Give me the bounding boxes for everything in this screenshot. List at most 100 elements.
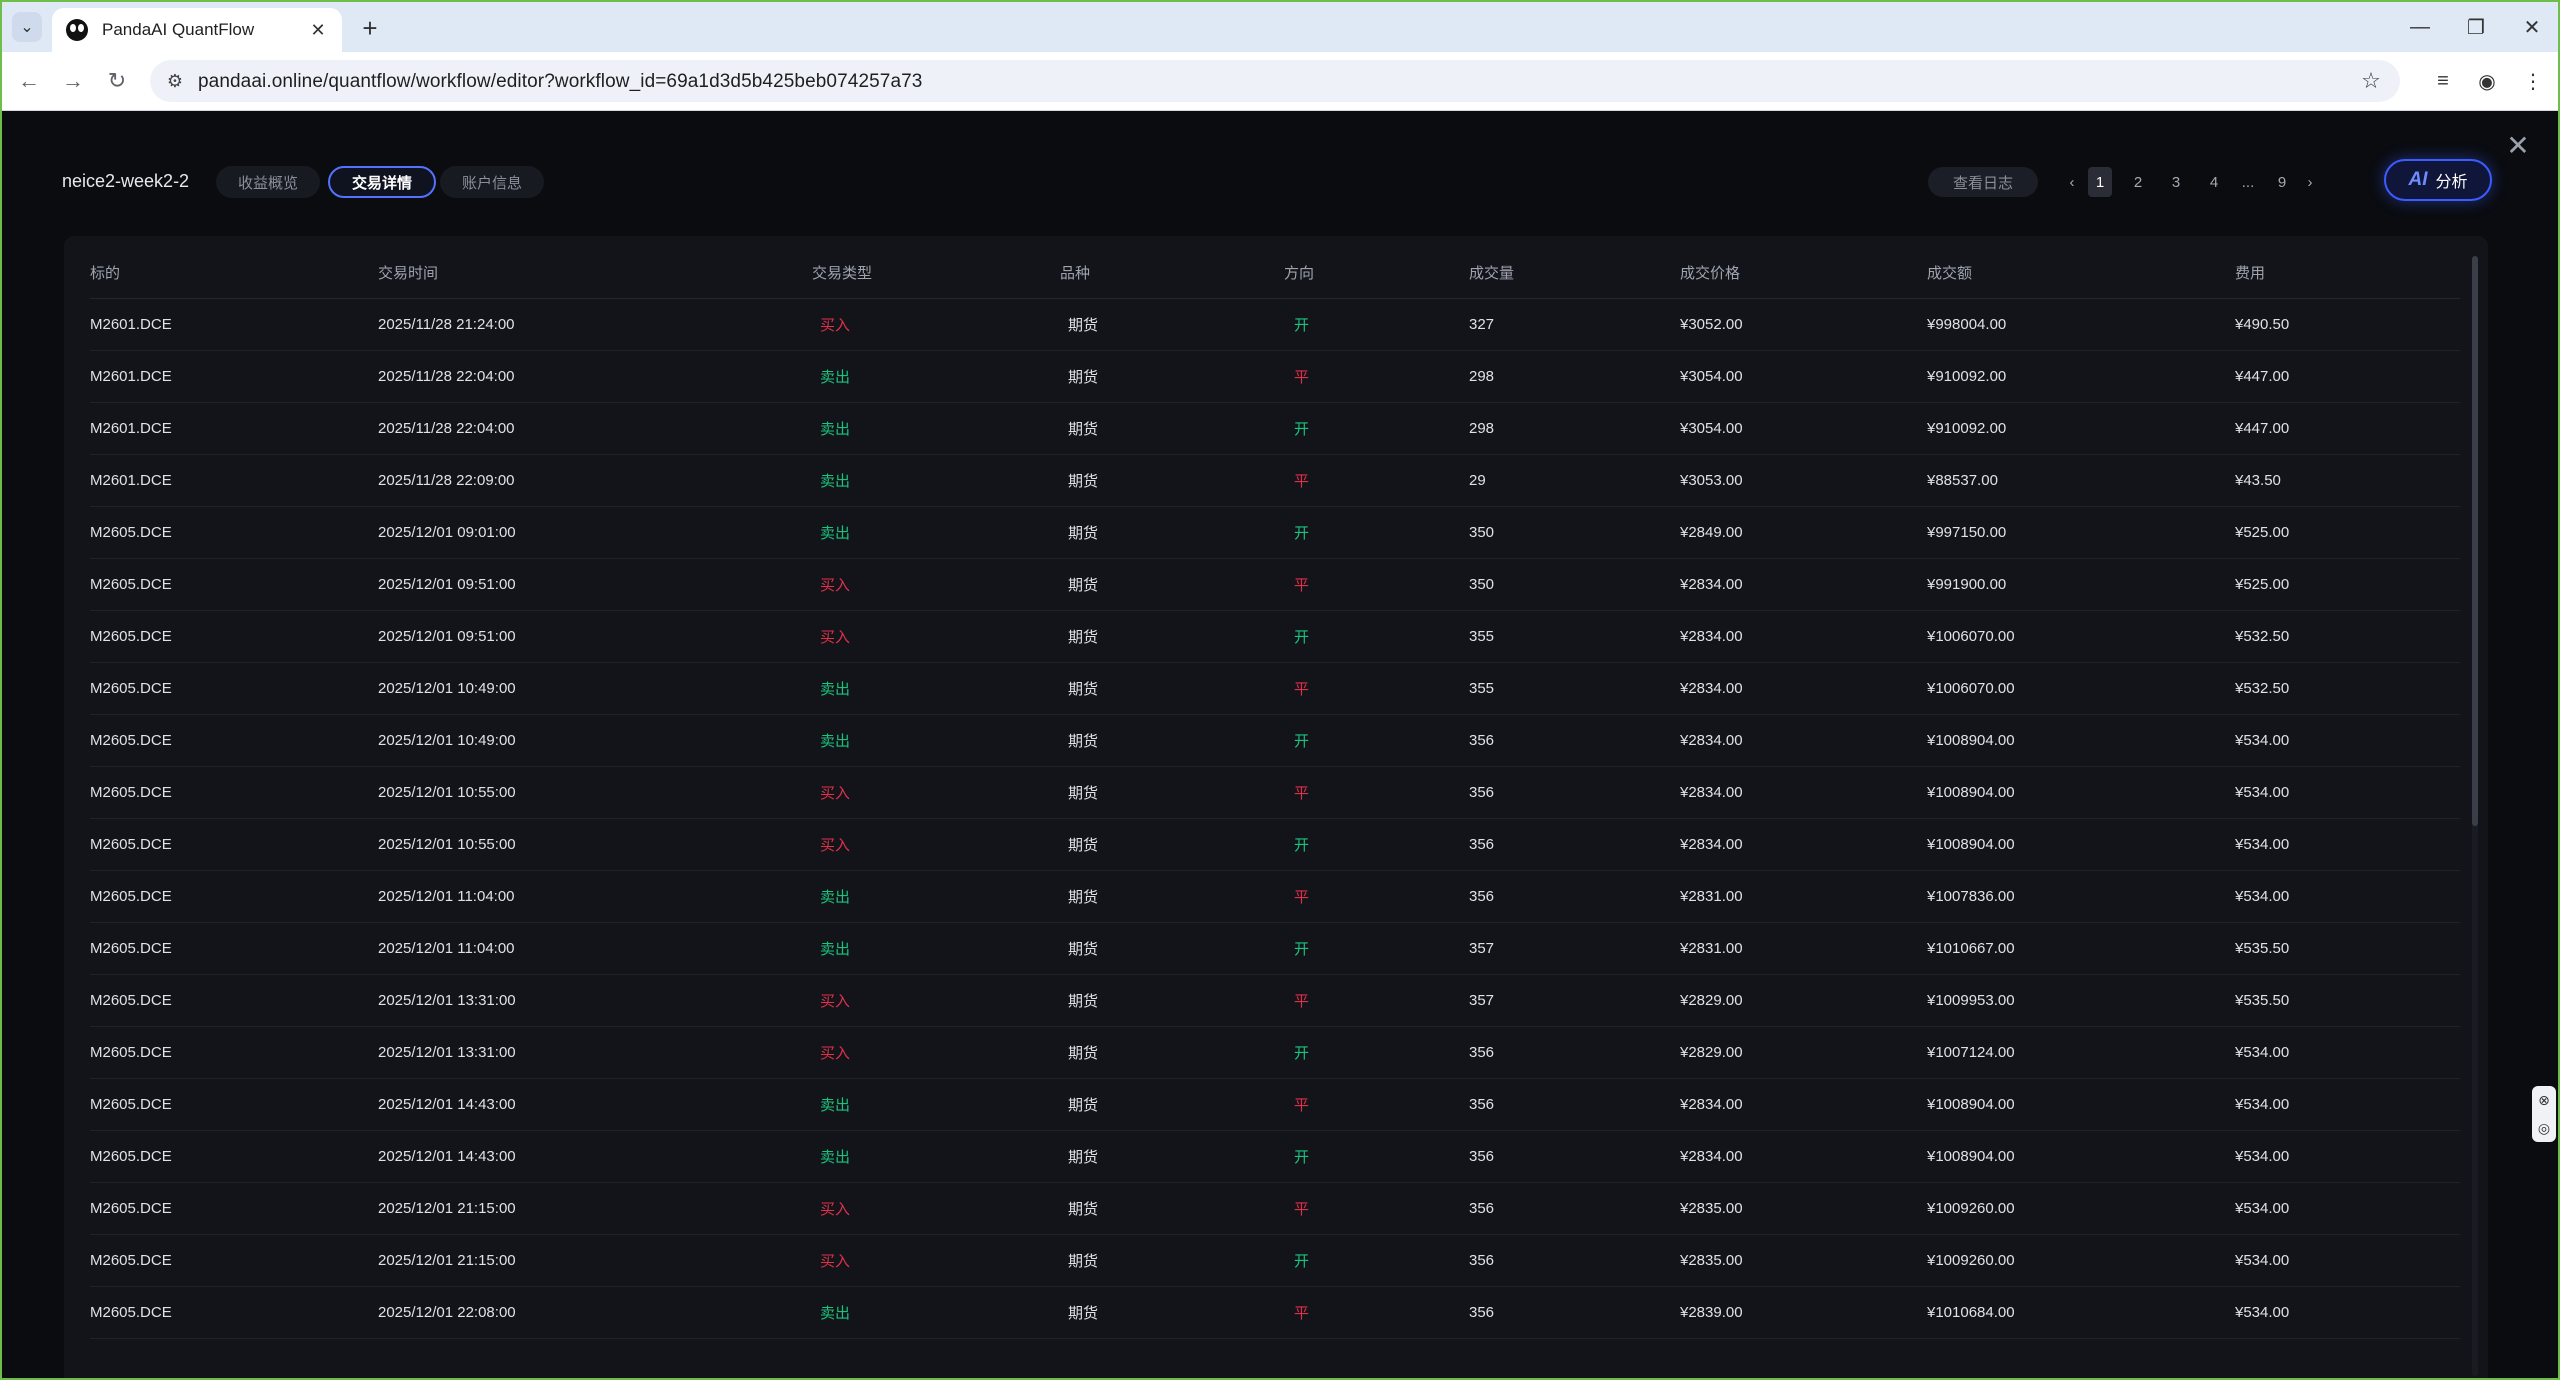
prev-page-button[interactable]: ‹ [2062, 167, 2082, 197]
cell-variety: 期货 [1060, 818, 1284, 871]
cell-symbol: M2605.DCE [90, 662, 378, 715]
modal-close-icon[interactable]: ✕ [2502, 129, 2534, 161]
cell-amount: ¥1010684.00 [1927, 1286, 2235, 1339]
cell-amount: ¥1008904.00 [1927, 1130, 2235, 1183]
cell-trade-type: 买入 [812, 558, 1060, 611]
cell-trade-type: 买入 [812, 1026, 1060, 1079]
bookmark-star-icon[interactable]: ☆ [2356, 66, 2386, 96]
scrollbar-thumb[interactable] [2472, 256, 2478, 826]
cell-trade-type: 买入 [812, 1234, 1060, 1287]
cell-fee: ¥532.50 [2235, 662, 2460, 715]
table-row[interactable]: M2605.DCE 2025/12/01 11:04:00 卖出 期货开 357 ¥283… [90, 922, 2460, 975]
cell-variety: 期货 [1060, 870, 1284, 923]
tab-search-button[interactable]: ⌄ [12, 12, 42, 42]
page-4-button[interactable]: 4 [2202, 167, 2226, 197]
table-row[interactable]: M2605.DCE 2025/12/01 13:31:00 买入 期货开 356 ¥282… [90, 1026, 2460, 1079]
cell-trade-time: 2025/12/01 10:55:00 [378, 818, 812, 871]
table-row[interactable]: M2601.DCE 2025/11/28 22:04:00 卖出 期货平 298 ¥305… [90, 350, 2460, 403]
cell-symbol: M2605.DCE [90, 1026, 378, 1079]
table-row[interactable]: M2605.DCE 2025/12/01 09:51:00 买入 期货平 350 ¥283… [90, 558, 2460, 611]
cell-trade-type: 卖出 [812, 1078, 1060, 1131]
forward-icon[interactable]: → [58, 66, 88, 96]
page-1-button[interactable]: 1 [2088, 167, 2112, 197]
cell-variety: 期货 [1060, 974, 1284, 1027]
table-row[interactable]: M2605.DCE 2025/12/01 09:01:00 卖出 期货开 350 ¥284… [90, 506, 2460, 559]
back-icon[interactable]: ← [14, 66, 44, 96]
table-row[interactable]: M2605.DCE 2025/12/01 10:55:00 买入 期货平 356 ¥283… [90, 766, 2460, 819]
cell-direction: 平 [1284, 974, 1469, 1027]
assistant-icon[interactable]: ◎ [2538, 1120, 2550, 1137]
table-row[interactable]: M2605.DCE 2025/12/01 13:31:00 买入 期货平 357 ¥282… [90, 974, 2460, 1027]
tab-close-icon[interactable]: ✕ [306, 18, 330, 42]
profile-icon[interactable]: ◉ [2472, 66, 2502, 96]
cell-fee: ¥534.00 [2235, 1286, 2460, 1339]
table-row[interactable]: M2605.DCE 2025/12/01 10:49:00 卖出 期货平 355 ¥283… [90, 662, 2460, 715]
ai-analyze-button[interactable]: AI 分析 [2384, 159, 2492, 201]
minimize-icon[interactable]: — [2392, 2, 2448, 52]
table-row[interactable]: M2605.DCE 2025/12/01 11:04:00 卖出 期货平 356 ¥283… [90, 870, 2460, 923]
panda-favicon-icon [66, 19, 88, 41]
cell-volume: 355 [1469, 610, 1680, 663]
table-row[interactable]: M2605.DCE 2025/12/01 10:49:00 卖出 期货开 356 ¥283… [90, 714, 2460, 767]
trade-table: 标的 交易时间 交易类型 品种 方向 成交量 成交价格 成交额 费用 M2601.DCE 2025… [90, 246, 2460, 1339]
media-control-icon[interactable]: ≡ [2428, 66, 2458, 96]
address-bar[interactable]: ⚙ pandaai.online/quantflow/workflow/edit… [150, 60, 2400, 102]
table-row[interactable]: M2605.DCE 2025/12/01 10:55:00 买入 期货开 356 ¥283… [90, 818, 2460, 871]
cell-trade-time: 2025/12/01 10:49:00 [378, 714, 812, 767]
cell-fee: ¥534.00 [2235, 1130, 2460, 1183]
cell-symbol: M2605.DCE [90, 558, 378, 611]
cell-amount: ¥1007124.00 [1927, 1026, 2235, 1079]
next-page-button[interactable]: › [2300, 167, 2320, 197]
view-log-button[interactable]: 查看日志 [1928, 167, 2038, 197]
cell-variety: 期货 [1060, 766, 1284, 819]
cell-fee: ¥534.00 [2235, 714, 2460, 767]
tab-account-info[interactable]: 账户信息 [440, 166, 545, 198]
cell-fee: ¥447.00 [2235, 350, 2460, 403]
cell-price: ¥3052.00 [1680, 298, 1927, 351]
cell-fee: ¥525.00 [2235, 558, 2460, 611]
page-3-button[interactable]: 3 [2164, 167, 2188, 197]
page-9-button[interactable]: 9 [2270, 167, 2294, 197]
site-info-icon[interactable]: ⚙ [160, 66, 190, 96]
table-row[interactable]: M2605.DCE 2025/12/01 22:08:00 卖出 期货平 356 ¥283… [90, 1286, 2460, 1339]
column-header-price: 成交价格 [1680, 246, 1927, 299]
menu-icon[interactable]: ⋮ [2518, 66, 2548, 96]
tab-title: PandaAI QuantFlow [102, 20, 255, 39]
cell-price: ¥3054.00 [1680, 350, 1927, 403]
table-row[interactable]: M2605.DCE 2025/12/01 14:43:00 卖出 期货平 356 ¥283… [90, 1078, 2460, 1131]
page-2-button[interactable]: 2 [2126, 167, 2150, 197]
cell-symbol: M2601.DCE [90, 350, 378, 403]
cell-volume: 356 [1469, 1234, 1680, 1287]
table-row[interactable]: M2601.DCE 2025/11/28 21:24:00 买入 期货开 327 ¥305… [90, 298, 2460, 351]
cell-trade-time: 2025/11/28 21:24:00 [378, 298, 812, 351]
window-close-icon[interactable]: ✕ [2504, 2, 2558, 52]
table-row[interactable]: M2601.DCE 2025/11/28 22:04:00 卖出 期货开 298 ¥305… [90, 402, 2460, 455]
cell-symbol: M2601.DCE [90, 298, 378, 351]
cell-variety: 期货 [1060, 298, 1284, 351]
cell-symbol: M2605.DCE [90, 766, 378, 819]
tab-returns-overview[interactable]: 收益概览 [216, 166, 321, 198]
table-row[interactable]: M2601.DCE 2025/11/28 22:09:00 卖出 期货平 29 ¥3053… [90, 454, 2460, 507]
table-row[interactable]: M2605.DCE 2025/12/01 14:43:00 卖出 期货开 356 ¥283… [90, 1130, 2460, 1183]
cell-price: ¥2831.00 [1680, 922, 1927, 975]
new-tab-button[interactable]: + [356, 13, 384, 43]
page-ellipsis[interactable]: ... [2236, 167, 2260, 197]
cell-trade-time: 2025/12/01 09:01:00 [378, 506, 812, 559]
cell-trade-type: 买入 [812, 766, 1060, 819]
browser-tab[interactable]: PandaAI QuantFlow ✕ [52, 8, 342, 52]
url-text[interactable]: pandaai.online/quantflow/workflow/editor… [198, 71, 922, 93]
close-circle-icon[interactable]: ⊗ [2538, 1092, 2550, 1109]
cell-amount: ¥88537.00 [1927, 454, 2235, 507]
tab-trade-details[interactable]: 交易详情 [328, 166, 437, 198]
table-body: M2601.DCE 2025/11/28 21:24:00 买入 期货开 327 ¥305… [90, 298, 2460, 1339]
cell-variety: 期货 [1060, 350, 1284, 403]
reload-icon[interactable]: ↻ [102, 66, 132, 96]
cell-symbol: M2605.DCE [90, 506, 378, 559]
cell-trade-type: 卖出 [812, 506, 1060, 559]
table-row[interactable]: M2605.DCE 2025/12/01 09:51:00 买入 期货开 355 ¥283… [90, 610, 2460, 663]
restore-icon[interactable]: ❐ [2448, 2, 2504, 52]
table-row[interactable]: M2605.DCE 2025/12/01 21:15:00 买入 期货平 356 ¥283… [90, 1182, 2460, 1235]
side-float-widget[interactable]: ⊗ ◎ [2532, 1086, 2556, 1142]
table-row[interactable]: M2605.DCE 2025/12/01 21:15:00 买入 期货开 356 ¥283… [90, 1234, 2460, 1287]
cell-symbol: M2605.DCE [90, 714, 378, 767]
